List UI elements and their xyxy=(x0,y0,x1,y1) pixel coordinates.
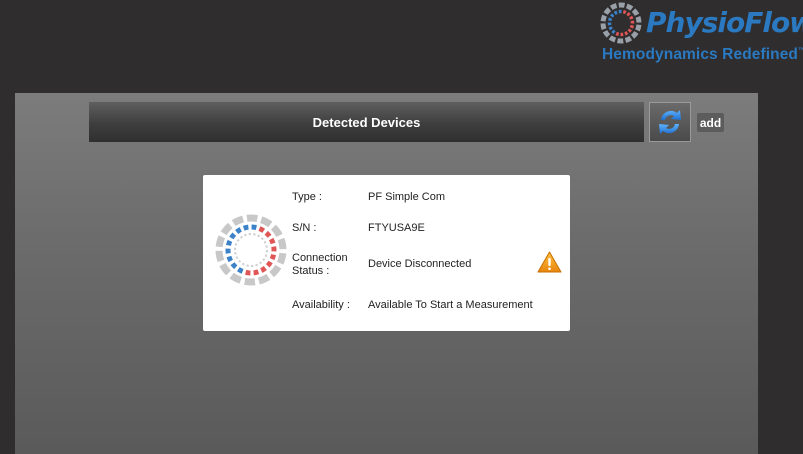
brand-logo: PhysioFlow® Hemodynamics Redefined™ xyxy=(600,2,803,66)
type-label: Type : xyxy=(292,191,322,203)
availability-value: Available To Start a Measurement xyxy=(368,299,533,311)
brand-tagline: Hemodynamics Redefined™ xyxy=(602,46,803,64)
connection-label-line1: Connection xyxy=(292,252,348,264)
warning-icon xyxy=(537,251,562,273)
device-card[interactable]: Type : PF Simple Com S/N : FTYUSA9E Conn… xyxy=(203,175,570,331)
header-title: Detected Devices xyxy=(312,114,421,130)
trademark-mark: ™ xyxy=(798,46,803,55)
add-button[interactable]: add xyxy=(697,113,724,132)
sn-value: FTYUSA9E xyxy=(368,222,425,234)
detected-devices-header: Detected Devices xyxy=(89,102,644,142)
tagline-text: Hemodynamics Redefined xyxy=(602,46,799,63)
brand-name-flow: Flow xyxy=(744,6,803,39)
connection-value: Device Disconnected xyxy=(368,258,472,270)
sn-label: S/N : xyxy=(292,222,317,234)
device-ring-icon xyxy=(215,214,287,286)
availability-label: Availability : xyxy=(292,299,350,311)
connection-label-line2: Status : xyxy=(292,265,330,277)
refresh-button[interactable] xyxy=(649,102,691,142)
type-value: PF Simple Com xyxy=(368,191,446,203)
brand-name-physio: Physio xyxy=(646,6,745,39)
brand-name: PhysioFlow® xyxy=(646,7,803,39)
refresh-icon xyxy=(659,110,681,134)
physioflow-logo-icon xyxy=(600,2,642,44)
